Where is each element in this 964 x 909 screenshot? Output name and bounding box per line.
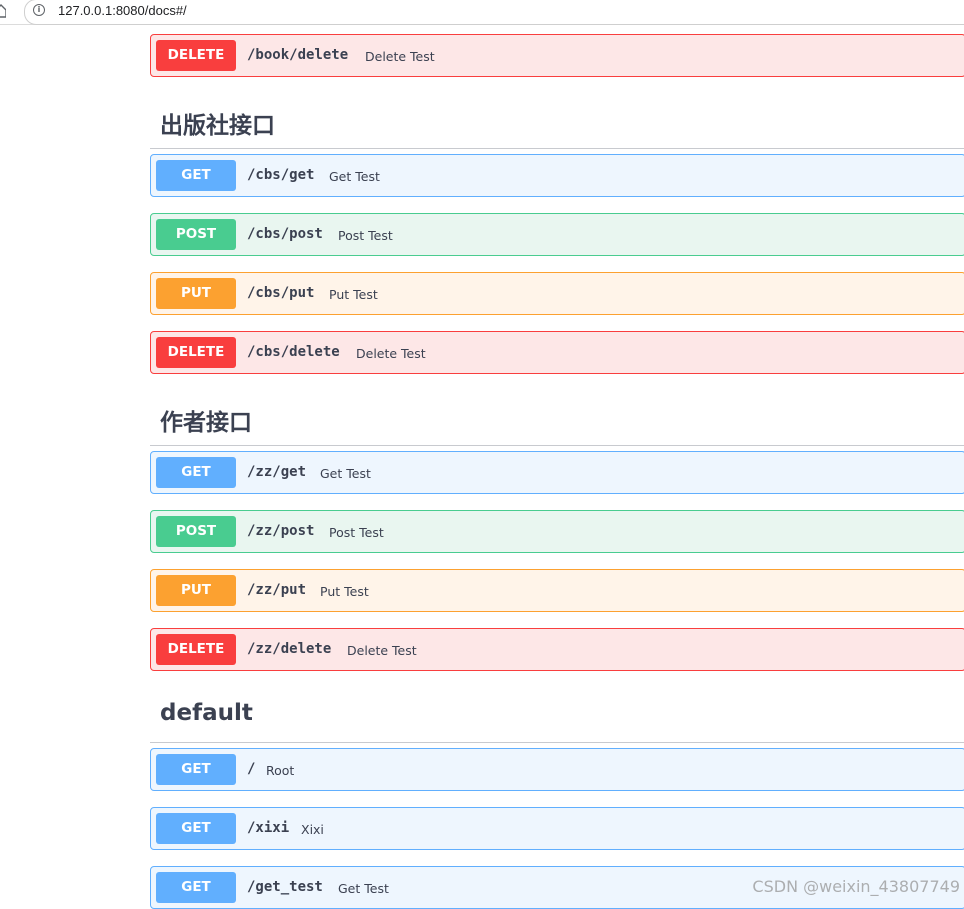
url-text[interactable]: 127.0.0.1:8080/docs#/ bbox=[58, 3, 187, 18]
browser-address-bar: i 127.0.0.1:8080/docs#/ bbox=[0, 0, 964, 25]
operation-get-root[interactable]: GET / Root bbox=[150, 748, 964, 791]
operation-summary: Delete Test bbox=[356, 346, 426, 361]
operation-delete-book-delete[interactable]: DELETE /book/delete Delete Test bbox=[150, 34, 964, 77]
operation-summary: Root bbox=[266, 763, 294, 778]
operation-path: / bbox=[247, 761, 255, 777]
operation-summary: Get Test bbox=[329, 169, 380, 184]
tag-heading-author[interactable]: 作者接口 bbox=[160, 403, 252, 437]
operation-get-cbs-get[interactable]: GET /cbs/get Get Test bbox=[150, 154, 964, 197]
operation-post-zz-post[interactable]: POST /zz/post Post Test bbox=[150, 510, 964, 553]
method-badge: DELETE bbox=[156, 634, 236, 665]
method-badge: GET bbox=[156, 872, 236, 903]
method-badge: POST bbox=[156, 219, 236, 250]
operation-summary: Get Test bbox=[338, 881, 389, 896]
operation-path: /zz/post bbox=[247, 523, 314, 539]
operation-path: /zz/get bbox=[247, 464, 306, 480]
operation-path: /cbs/put bbox=[247, 285, 314, 301]
operation-summary: Delete Test bbox=[365, 49, 435, 64]
method-badge: GET bbox=[156, 813, 236, 844]
tag-heading-publisher[interactable]: 出版社接口 bbox=[160, 106, 275, 140]
operation-summary: Put Test bbox=[329, 287, 378, 302]
tag-divider bbox=[150, 445, 964, 446]
operation-summary: Get Test bbox=[320, 466, 371, 481]
method-badge: GET bbox=[156, 457, 236, 488]
method-badge: GET bbox=[156, 754, 236, 785]
tag-divider bbox=[150, 742, 964, 743]
operation-summary: Post Test bbox=[338, 228, 393, 243]
method-badge: PUT bbox=[156, 278, 236, 309]
operation-path: /book/delete bbox=[247, 47, 348, 63]
operation-summary: Post Test bbox=[329, 525, 384, 540]
operation-get-zz-get[interactable]: GET /zz/get Get Test bbox=[150, 451, 964, 494]
operation-summary: Xixi bbox=[301, 822, 324, 837]
watermark: CSDN @weixin_43807749 bbox=[752, 877, 960, 896]
method-badge: POST bbox=[156, 516, 236, 547]
operation-put-cbs-put[interactable]: PUT /cbs/put Put Test bbox=[150, 272, 964, 315]
tag-heading-default[interactable]: default bbox=[160, 700, 253, 726]
operation-put-zz-put[interactable]: PUT /zz/put Put Test bbox=[150, 569, 964, 612]
method-badge: DELETE bbox=[156, 337, 236, 368]
operation-delete-zz-delete[interactable]: DELETE /zz/delete Delete Test bbox=[150, 628, 964, 671]
url-field[interactable]: i 127.0.0.1:8080/docs#/ bbox=[24, 0, 964, 25]
operation-delete-cbs-delete[interactable]: DELETE /cbs/delete Delete Test bbox=[150, 331, 964, 374]
method-badge: GET bbox=[156, 160, 236, 191]
operation-summary: Put Test bbox=[320, 584, 369, 599]
operation-path: /zz/delete bbox=[247, 641, 331, 657]
operation-path: /cbs/get bbox=[247, 167, 314, 183]
info-icon[interactable]: i bbox=[33, 4, 45, 16]
tag-divider bbox=[150, 148, 964, 149]
operation-path: /zz/put bbox=[247, 582, 306, 598]
home-icon[interactable] bbox=[0, 4, 6, 18]
method-badge: DELETE bbox=[156, 40, 236, 71]
operation-summary: Delete Test bbox=[347, 643, 417, 658]
operation-get-xixi[interactable]: GET /xixi Xixi bbox=[150, 807, 964, 850]
operation-path: /xixi bbox=[247, 820, 289, 836]
operation-path: /get_test bbox=[247, 879, 323, 895]
operation-path: /cbs/delete bbox=[247, 344, 340, 360]
operation-path: /cbs/post bbox=[247, 226, 323, 242]
operation-post-cbs-post[interactable]: POST /cbs/post Post Test bbox=[150, 213, 964, 256]
method-badge: PUT bbox=[156, 575, 236, 606]
